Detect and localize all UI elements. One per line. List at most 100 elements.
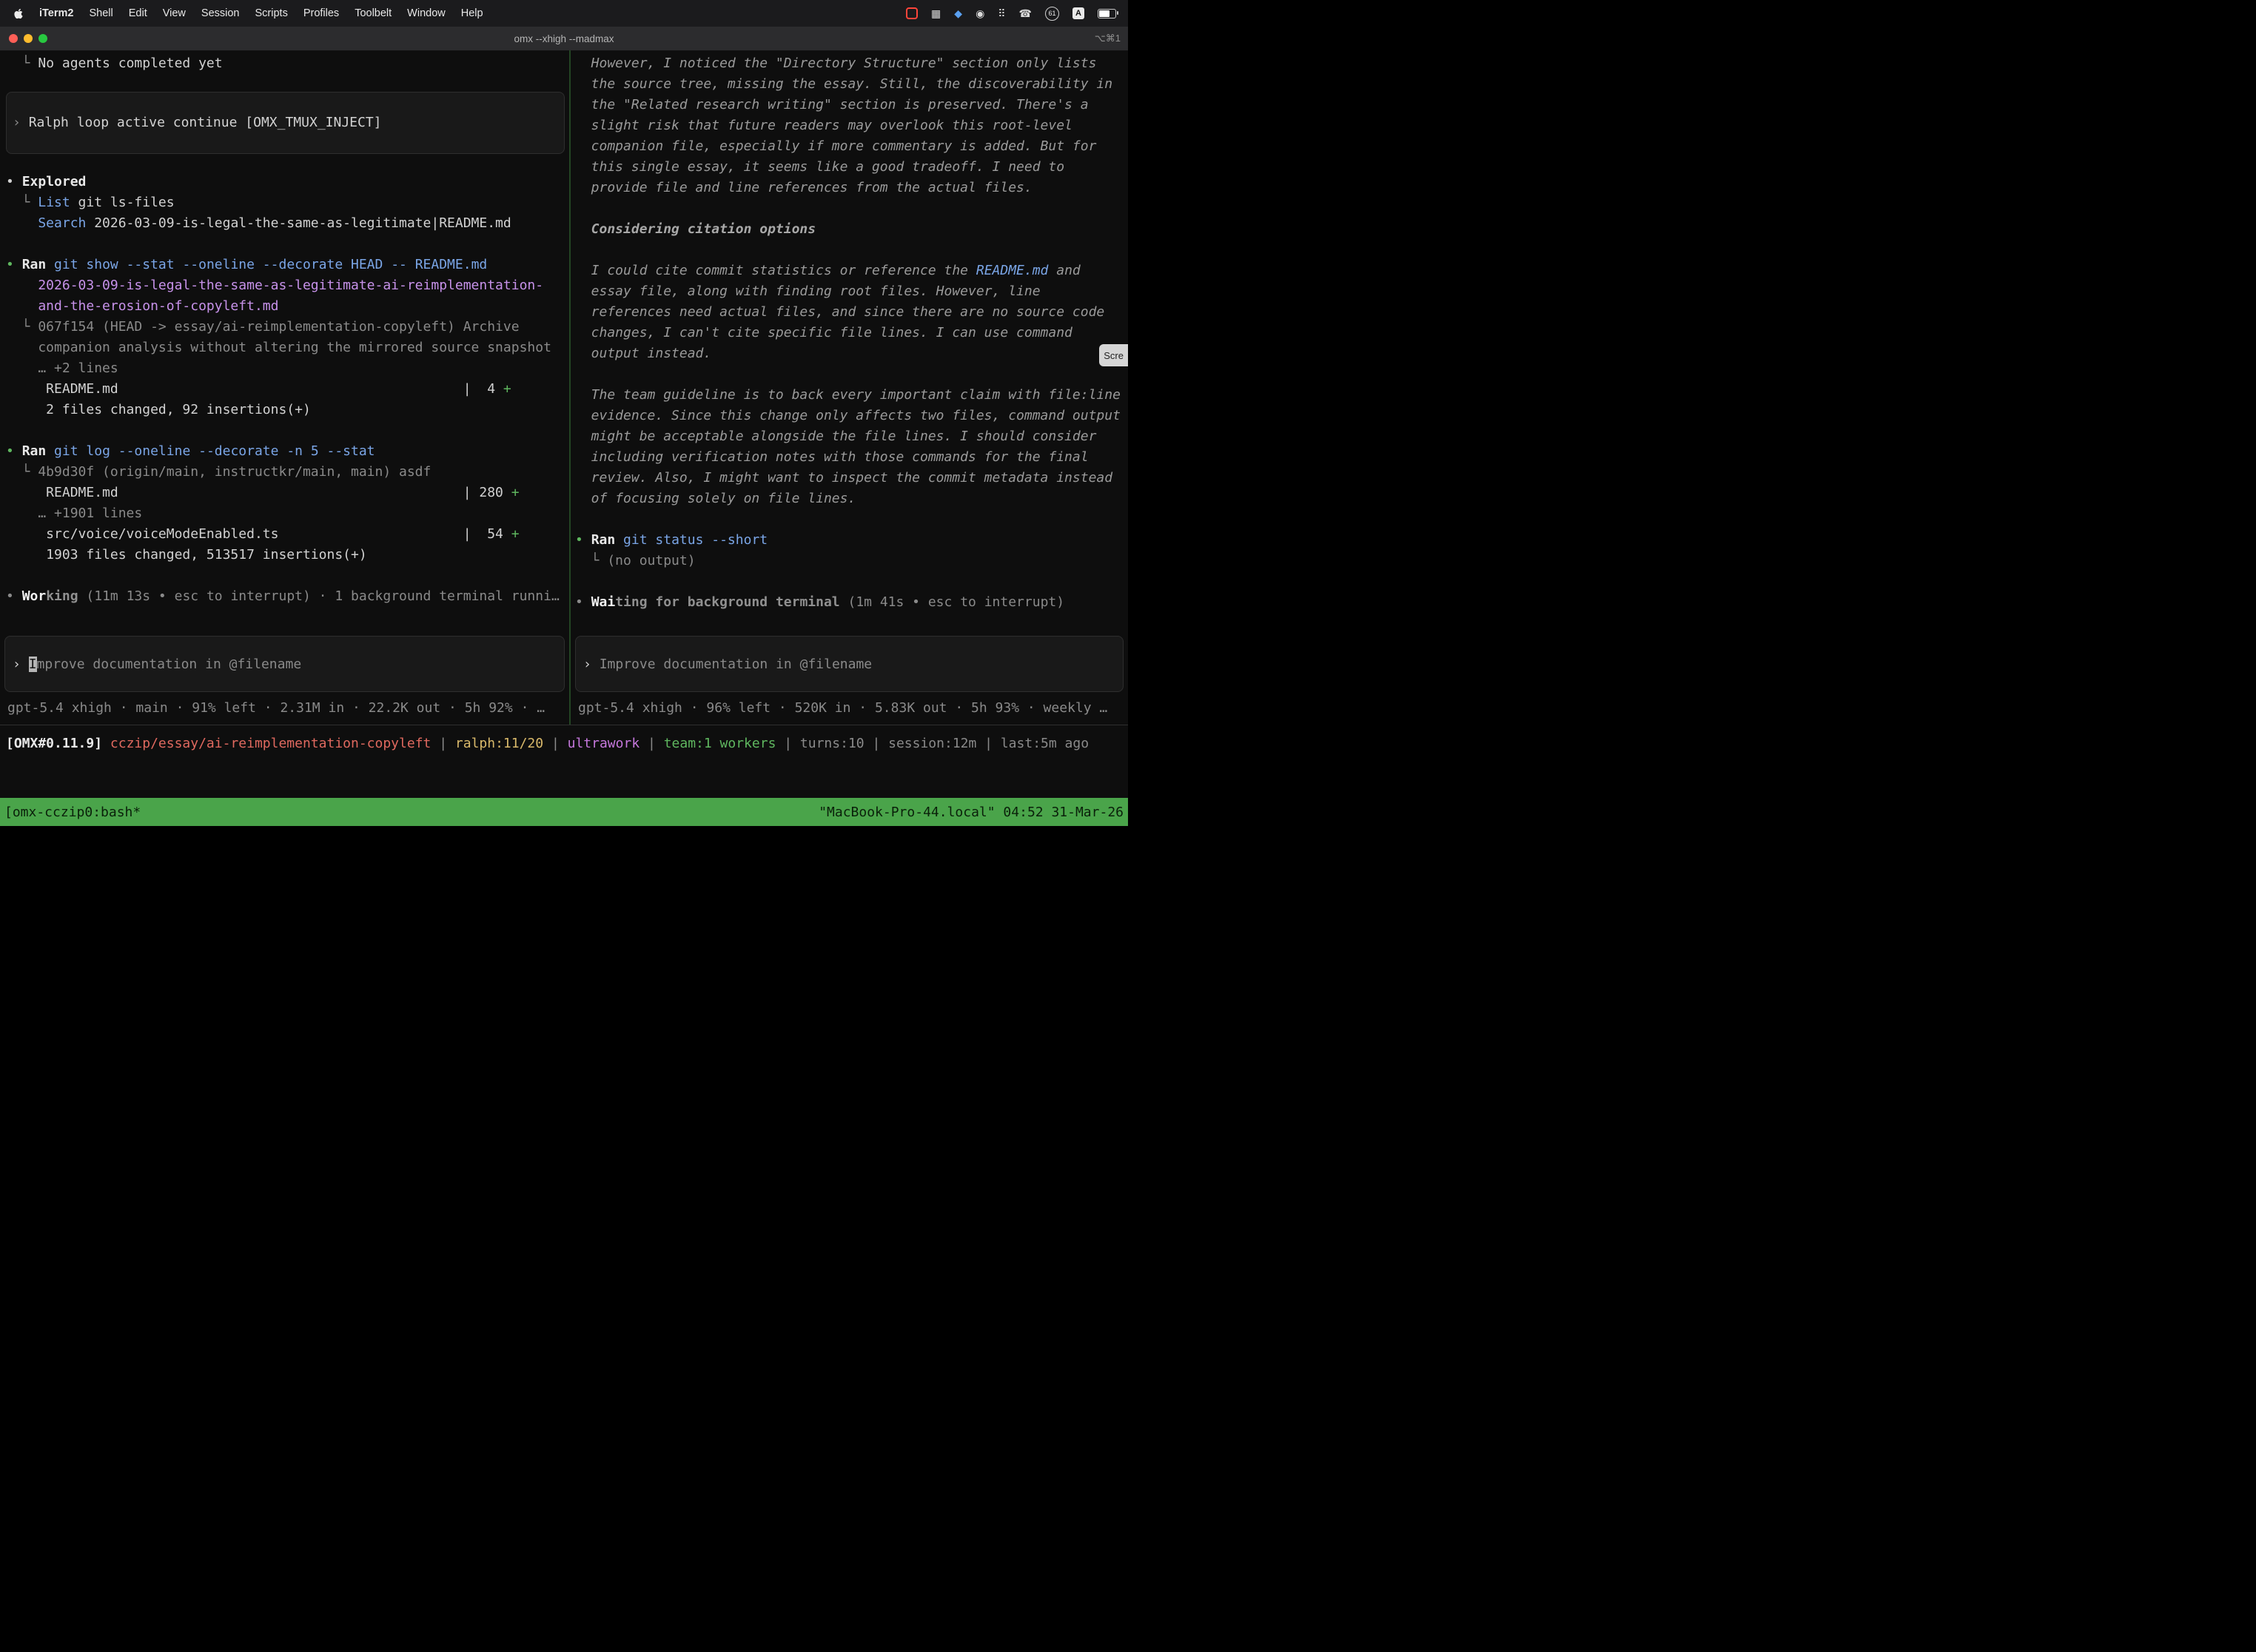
terminal-line: might be acceptable alongside the file l… (575, 426, 1128, 447)
text-segment: + (511, 485, 520, 500)
terminal-line: slight risk that future readers may over… (575, 115, 1128, 136)
text-segment: | (639, 736, 664, 751)
phone-icon[interactable]: ☎ (1019, 8, 1032, 19)
terminal-line: └ List git ls-files (6, 192, 569, 213)
ralph-inject-banner: › Ralph loop active continue [OMX_TMUX_I… (6, 92, 565, 154)
text-segment: Explored (22, 174, 87, 189)
text-segment: | turns:10 | session:12m | last:5m ago (776, 736, 1089, 751)
terminal-line: evidence. Since this change only affects… (575, 406, 1128, 426)
text-segment: └ 067f154 (HEAD -> essay/ai-reimplementa… (6, 319, 520, 335)
text-segment: Considering citation options (575, 221, 816, 237)
terminal-line (575, 571, 1128, 592)
terminal-line: review. Also, I might want to inspect th… (575, 468, 1128, 488)
text-segment: However, I noticed the "Directory Struct… (575, 56, 1096, 71)
menu-shell[interactable]: Shell (89, 7, 113, 19)
prompt-input-left[interactable]: › Improve documentation in @filename (4, 636, 565, 692)
menu-session[interactable]: Session (201, 7, 240, 19)
tmux-session-label: [omx-cczip0:bash* (0, 805, 141, 820)
text-segment: Ran (22, 257, 54, 272)
terminal-line (575, 198, 1128, 219)
terminal-pane-left[interactable]: └ No agents completed yet › Ralph loop ac… (0, 50, 569, 725)
text-segment: • (6, 174, 22, 189)
text-segment: changes, I can't cite specific file line… (575, 325, 1072, 340)
text-segment: README.md (976, 263, 1049, 278)
tmux-status-bar: [omx-cczip0:bash* "MacBook-Pro-44.local"… (0, 798, 1128, 826)
terminal-line: companion analysis without altering the … (6, 338, 569, 358)
text-segment: gpt-5.4 xhigh · 96% left · 520K in · 5.8… (578, 700, 1107, 716)
menu-window[interactable]: Window (407, 7, 446, 19)
terminal-line: └ (no output) (575, 551, 1128, 571)
text-segment: Ralph loop active continue [OMX_TMUX_INJ… (29, 113, 382, 133)
terminal-line: this single essay, it seems like a good … (575, 157, 1128, 178)
window-shortcut-hint: ⌥⌘1 (1095, 33, 1121, 44)
terminal-line: README.md | 4 + (6, 379, 569, 400)
text-segment: | (431, 736, 455, 751)
text-segment: including verification notes with those … (575, 449, 1089, 465)
prompt-input-right[interactable]: › Improve documentation in @filename (575, 636, 1124, 692)
omx-status-bar: [OMX#0.11.9] cczip/essay/ai-reimplementa… (6, 733, 1089, 754)
text-segment: mprove documentation in @filename (37, 657, 302, 672)
text-segment: └ (6, 56, 38, 71)
text-segment: evidence. Since this change only affects… (575, 408, 1121, 423)
text-segment: the source tree, missing the essay. Stil… (575, 76, 1112, 92)
terminal-line: Search 2026-03-09-is-legal-the-same-as-l… (6, 213, 569, 234)
spacer (6, 154, 569, 172)
text-segment: └ 4b9d30f (origin/main, instructkr/main,… (6, 464, 431, 480)
text-segment: └ (no output) (575, 553, 696, 568)
screen-capture-overlay[interactable]: Scre (1099, 344, 1128, 366)
text-segment: this single essay, it seems like a good … (575, 159, 1064, 175)
text-segment: › (13, 657, 29, 672)
menu-scripts[interactable]: Scripts (255, 7, 288, 19)
input-source-icon[interactable]: A (1072, 7, 1084, 19)
terminal-line: └ 067f154 (HEAD -> essay/ai-reimplementa… (6, 317, 569, 338)
battery-icon[interactable] (1098, 9, 1116, 19)
menu-profiles[interactable]: Profiles (303, 7, 339, 19)
terminal-line (575, 509, 1128, 530)
text-segment: 1903 files changed, 513517 insertions(+) (6, 547, 367, 563)
blue-app-icon[interactable]: ◆ (954, 8, 962, 19)
screen-recording-stop-icon[interactable] (906, 7, 918, 19)
text-segment: git log --oneline --decorate -n 5 --stat (54, 443, 375, 459)
text-segment: └ (6, 195, 38, 210)
text-segment: the "Related research writing" section i… (575, 97, 1089, 113)
terminal-line: 2026-03-09-is-legal-the-same-as-legitima… (6, 275, 569, 296)
text-segment: 2026-03-09-is-legal-the-same-as-legitima… (86, 215, 511, 231)
keyboard-grid-icon[interactable]: ▦ (931, 8, 941, 19)
terminal-line: … +2 lines (6, 358, 569, 379)
terminal-line (575, 364, 1128, 385)
menu-app-name[interactable]: iTerm2 (39, 7, 73, 19)
spacer (6, 74, 569, 92)
menu-help[interactable]: Help (461, 7, 483, 19)
apple-menu-icon[interactable] (13, 7, 24, 20)
text-segment: The team guideline is to back every impo… (575, 387, 1121, 403)
menu-edit[interactable]: Edit (129, 7, 147, 19)
text-segment: … +1901 lines (6, 506, 142, 521)
menu-toolbelt[interactable]: Toolbelt (355, 7, 392, 19)
terminal-line (6, 420, 569, 441)
text-segment: Search (6, 215, 86, 231)
text-segment: slight risk that future readers may over… (575, 118, 1072, 133)
text-segment: (1m 41s • esc to interrupt) (840, 594, 1064, 610)
terminal-line: The team guideline is to back every impo… (575, 385, 1128, 406)
text-segment: essay file, along with finding root file… (575, 283, 1041, 299)
window-title: omx --xhigh --madmax (0, 33, 1128, 44)
terminal-line: references need actual files, and since … (575, 302, 1128, 323)
text-segment: › (583, 657, 600, 672)
text-segment: review. Also, I might want to inspect th… (575, 470, 1112, 486)
menu-view[interactable]: View (163, 7, 186, 19)
text-segment: 2 files changed, 92 insertions(+) (6, 402, 311, 417)
menu-bar: iTerm2 Shell Edit View Session Scripts P… (0, 0, 1128, 27)
dots-grid-icon[interactable]: ⠿ (998, 8, 1005, 19)
circle-app-icon[interactable]: ◉ (976, 8, 984, 19)
text-segment: › (13, 113, 29, 133)
terminal-line: • Ran git show --stat --oneline --decora… (6, 255, 569, 275)
terminal-line: changes, I can't cite specific file line… (575, 323, 1128, 343)
terminal-pane-right[interactable]: However, I noticed the "Directory Struct… (571, 50, 1128, 725)
text-segment: List (38, 195, 70, 210)
window-title-bar[interactable]: omx --xhigh --madmax ⌥⌘1 (0, 27, 1128, 51)
battery-percent-badge[interactable]: 61 (1045, 7, 1059, 21)
text-segment: might be acceptable alongside the file l… (575, 429, 1096, 444)
terminal-line: … +1901 lines (6, 503, 569, 524)
text-segment: + (511, 526, 520, 542)
text-segment: No agents completed yet (38, 56, 222, 71)
